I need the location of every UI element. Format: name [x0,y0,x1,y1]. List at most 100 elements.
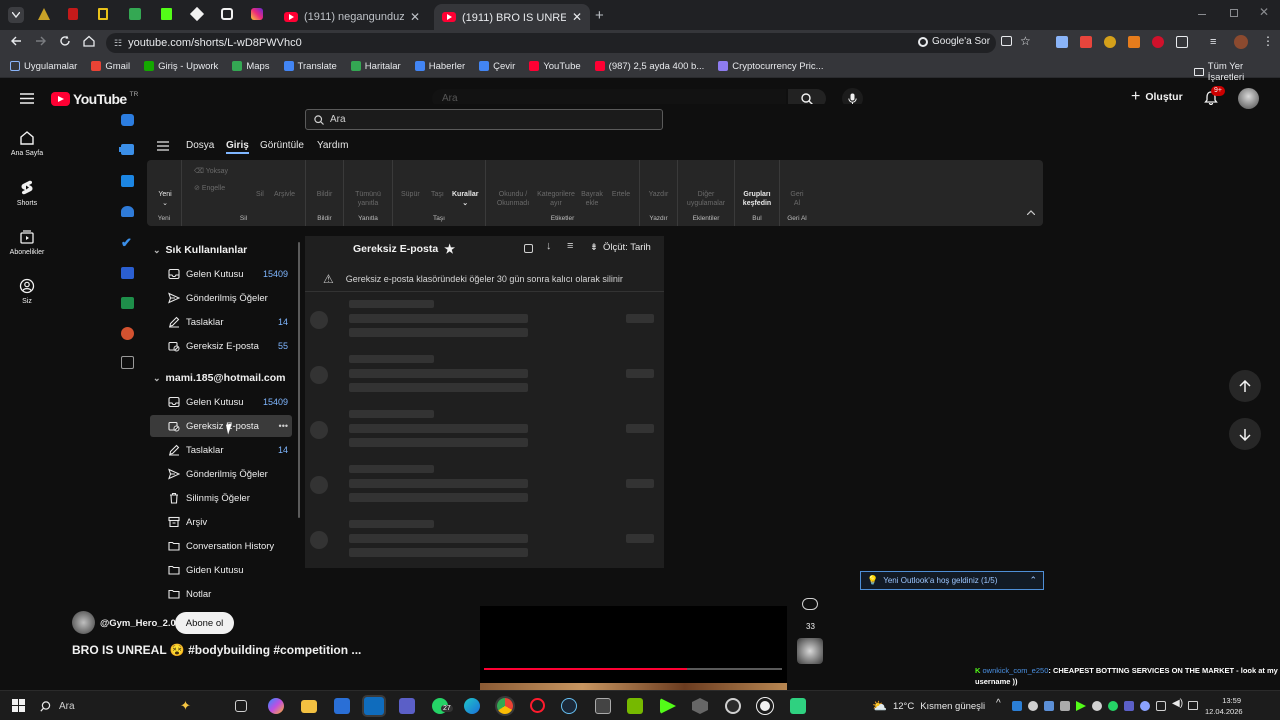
close-tab-icon[interactable]: ✕ [410,10,420,24]
sweep-button[interactable]: Süpür [401,190,420,199]
bookmark-item[interactable]: Uygulamalar [10,61,77,72]
flag-button[interactable]: Bayrak ekle [578,190,606,208]
account-avatar[interactable] [1238,88,1259,109]
forward-button[interactable] [35,35,47,47]
guide-item-you[interactable]: Siz [0,278,54,305]
comments-icon[interactable] [802,598,818,610]
folder-taslaklar[interactable]: Taslaklar 14 [150,311,292,333]
outlook-nav-toggle[interactable] [157,141,169,151]
outlook-search-box[interactable]: Ara [305,109,663,130]
tray-icon-3[interactable] [1044,701,1054,711]
powerpoint-icon[interactable] [121,327,134,340]
sort-button[interactable]: ⇟ Ölçüt: Tarih [590,242,651,253]
bookmark-item[interactable]: Haritalar [350,61,401,72]
app-icon-2[interactable] [692,698,708,714]
folder-conversation-history[interactable]: Conversation History [150,535,292,557]
opera-icon[interactable] [530,698,545,713]
back-button[interactable] [10,35,22,47]
bookmark-star-icon[interactable]: ☆ [1020,34,1031,48]
weather-widget[interactable]: ⛅ 12°C Kısmen güneşli [872,699,985,713]
menu-yardim[interactable]: Yardım [317,140,349,151]
bookmark-item[interactable]: Çevir [479,61,515,72]
kick-app-icon[interactable] [660,698,676,714]
folder-pane-scrollbar[interactable] [298,242,300,518]
people-icon[interactable] [121,206,134,217]
tray-icon-4[interactable] [1060,701,1070,711]
pinned-tab-1[interactable] [38,8,50,20]
jump-to-icon[interactable]: ↓ [546,240,552,252]
collapse-ribbon-button[interactable] [1027,210,1035,215]
subscribe-button[interactable]: Abone ol [175,612,234,634]
word-icon[interactable] [121,267,134,279]
more-options-icon[interactable]: ••• [279,421,288,431]
snooze-button[interactable]: Ertele [607,190,635,199]
short-title[interactable]: BRO IS UNREAL 😵 #bodybuilding #competiti… [72,643,361,657]
bookmark-item[interactable]: Gmail [91,61,130,72]
obs-icon[interactable] [725,698,741,714]
browser-menu-icon[interactable]: ⋮ [1262,34,1274,48]
move-button[interactable]: Taşı [431,190,444,199]
folder-taslaklar[interactable]: Taslaklar 14 [150,439,292,461]
clock[interactable]: 13:59 12.04.2026 [1205,695,1243,717]
other-apps-button[interactable]: Diğer uygulamalar [686,190,726,208]
steam-icon[interactable] [561,698,577,714]
tab-negangunduzoyunu[interactable]: (1911) negangunduzoyunu - Yo ✕ [276,4,428,30]
delete-button[interactable]: Sil [256,190,264,199]
reload-button[interactable] [59,35,71,47]
bookmark-item[interactable]: Translate [283,61,337,72]
google-lens-button[interactable]: Google'a Sor [918,36,990,47]
tray-icon-5[interactable] [1076,701,1086,711]
new-mail-button[interactable]: Yeni ⌄ [154,190,176,208]
tray-overflow-icon[interactable]: ^ [996,698,1001,709]
ignore-button[interactable]: ⌫ Yoksay [194,167,228,176]
tray-icon-7[interactable] [1124,701,1134,711]
video-progress-bar[interactable] [484,668,782,670]
short-video-frame[interactable] [480,606,787,690]
pinned-tab-kick[interactable] [161,8,172,20]
select-toggle-icon[interactable] [524,244,533,253]
bookmark-item[interactable]: Maps [232,61,270,72]
app-icon-3[interactable] [757,698,773,714]
pinned-tab-3[interactable] [98,8,108,20]
copilot-icon[interactable] [268,698,284,714]
extension-5-icon[interactable] [1152,36,1164,48]
guide-menu-button[interactable] [20,93,34,104]
calendar-icon[interactable] [121,175,134,187]
maximize-window-button[interactable] [1230,9,1238,17]
tray-icon-6[interactable] [1092,701,1102,711]
menu-dosya[interactable]: Dosya [186,140,214,151]
app-icon-1[interactable] [595,698,611,714]
folder-notlar[interactable]: Notlar [150,583,292,605]
bookmark-item[interactable]: (987) 2,5 ayda 400 b... [594,61,704,72]
task-view-icon[interactable] [235,700,247,712]
folder-silinmiş-öğeler[interactable]: Silinmiş Öğeler [150,487,292,509]
volume-icon[interactable]: ◀) [1172,698,1183,709]
favorite-star-icon[interactable]: ★ [444,242,455,256]
pinned-tab-7[interactable] [221,8,233,20]
tray-icon-2[interactable] [1028,701,1038,711]
archive-button[interactable]: Arşivle [274,190,295,199]
folder-arşiv[interactable]: Arşiv [150,511,292,533]
app-icon-4[interactable] [790,698,806,714]
chevron-up-icon[interactable]: ⌃ [1029,575,1037,586]
block-button[interactable]: ⊘ Engelle [194,184,225,193]
pinned-tab-4[interactable] [129,8,141,20]
audio-track-thumbnail[interactable] [797,638,823,664]
create-button[interactable]: + Oluştur [1131,89,1183,105]
extension-4-icon[interactable] [1128,36,1140,48]
outlook-app-1-icon[interactable] [121,114,134,126]
tray-icon-1[interactable] [1012,701,1022,711]
tab-list-button[interactable] [8,7,24,23]
extensions-puzzle-icon[interactable] [1176,36,1188,48]
mail-icon[interactable] [121,144,134,155]
report-button[interactable]: Bildir [306,190,343,199]
bookmark-item[interactable]: YouTube [529,61,581,72]
taskbar-search[interactable]: Ara ✦ [34,696,220,716]
channel-avatar[interactable] [72,611,95,634]
minimize-window-button[interactable] [1198,14,1206,15]
nvidia-icon[interactable] [627,698,643,714]
favorites-header[interactable]: ⌄ Sık Kullanılanlar [153,244,247,256]
folder-gönderilmiş-öğeler[interactable]: Gönderilmiş Öğeler [150,287,292,309]
more-apps-icon[interactable] [121,356,134,369]
filter-icon[interactable]: ≡ [567,240,573,252]
